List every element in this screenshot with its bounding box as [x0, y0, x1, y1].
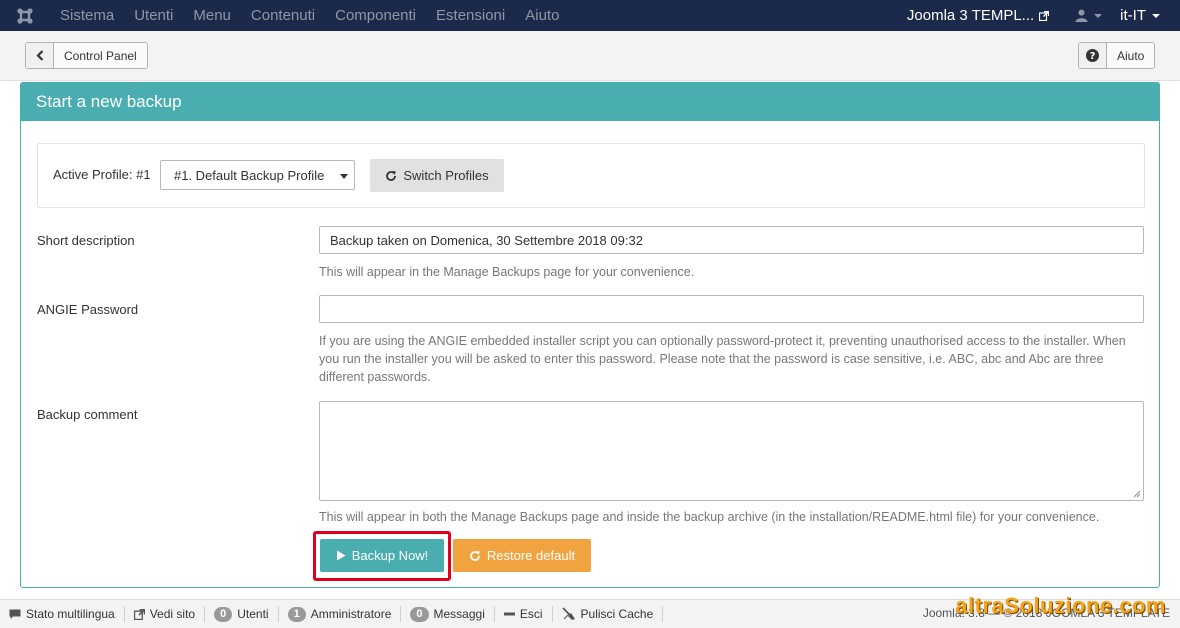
- switch-profiles-label: Switch Profiles: [403, 168, 489, 183]
- messages-count-badge: 0: [410, 606, 429, 622]
- control-panel-button[interactable]: Control Panel: [25, 42, 148, 69]
- chevron-down-icon: [1094, 13, 1103, 18]
- toolbar: Control Panel ? Aiuto: [0, 31, 1180, 81]
- joomla-logo-icon[interactable]: [0, 0, 50, 31]
- users-label: Utenti: [237, 607, 269, 621]
- view-site-label: Vedi sito: [149, 607, 196, 621]
- external-link-icon: [1039, 10, 1050, 21]
- menu-componenti[interactable]: Componenti: [325, 0, 426, 31]
- top-navbar: Sistema Utenti Menu Contenuti Componenti…: [0, 0, 1180, 31]
- question-icon: ?: [1079, 43, 1107, 68]
- new-backup-panel: Start a new backup Active Profile: #1 #1…: [20, 82, 1160, 588]
- control-panel-label: Control Panel: [64, 48, 137, 63]
- logout-link[interactable]: Esci: [495, 606, 553, 622]
- users-count-badge: 0: [214, 606, 233, 622]
- switch-profiles-button[interactable]: Switch Profiles: [370, 159, 504, 192]
- short-description-input[interactable]: Backup taken on Domenica, 30 Settembre 2…: [319, 226, 1144, 254]
- users-link[interactable]: 0 Utenti: [205, 606, 279, 622]
- active-profile-label: Active Profile: #1: [53, 167, 151, 182]
- backup-comment-label: Backup comment: [37, 407, 138, 422]
- short-description-value: Backup taken on Domenica, 30 Settembre 2…: [330, 232, 643, 248]
- view-site-link[interactable]: Vedi sito: [125, 606, 206, 622]
- user-icon: [1075, 9, 1088, 22]
- angie-password-input[interactable]: [319, 295, 1144, 323]
- minus-icon: [503, 612, 515, 616]
- site-link[interactable]: Joomla 3 TEMPL...: [897, 7, 1063, 24]
- resize-grip-icon[interactable]: [1133, 490, 1141, 498]
- angie-password-help: If you are using the ANGIE embedded inst…: [319, 334, 1126, 384]
- chevron-down-icon: [340, 174, 348, 179]
- messages-label: Messaggi: [433, 607, 485, 621]
- refresh-icon: [386, 170, 397, 181]
- multilingual-label: Stato multilingua: [26, 607, 115, 621]
- help-button[interactable]: ? Aiuto: [1078, 42, 1156, 69]
- chevron-left-icon: [26, 43, 54, 68]
- profile-well: Active Profile: #1 #1. Default Backup Pr…: [37, 143, 1145, 208]
- backup-comment-textarea[interactable]: [319, 401, 1144, 501]
- admins-link[interactable]: 1 Amministratore: [279, 606, 402, 622]
- help-label: Aiuto: [1117, 48, 1145, 63]
- panel-title: Start a new backup: [21, 83, 1159, 121]
- backup-comment-help: This will appear in both the Manage Back…: [319, 510, 1100, 524]
- angie-password-label: ANGIE Password: [37, 302, 139, 317]
- refresh-icon: [470, 550, 480, 561]
- broom-icon: [561, 607, 575, 620]
- restore-default-label: Restore default: [486, 548, 576, 563]
- menu-contenuti[interactable]: Contenuti: [241, 0, 325, 31]
- restore-default-button[interactable]: Restore default: [453, 539, 591, 572]
- backup-now-button[interactable]: Backup Now!: [320, 539, 444, 572]
- watermark-logo: altraSoluzione.com: [955, 593, 1166, 618]
- comment-icon: [9, 609, 21, 619]
- main-menu: Sistema Utenti Menu Contenuti Componenti…: [50, 0, 569, 31]
- menu-utenti[interactable]: Utenti: [124, 0, 183, 31]
- menu-menu[interactable]: Menu: [183, 0, 241, 31]
- short-description-label: Short description: [37, 233, 135, 248]
- logout-label: Esci: [519, 607, 543, 621]
- language-code: it-IT: [1120, 7, 1146, 24]
- menu-estensioni[interactable]: Estensioni: [426, 0, 515, 31]
- navbar-right: Joomla 3 TEMPL... it-IT: [897, 0, 1180, 31]
- svg-text:?: ?: [1090, 51, 1096, 62]
- admins-count-badge: 1: [287, 606, 306, 622]
- profile-select-value: #1. Default Backup Profile: [174, 167, 325, 183]
- language-menu[interactable]: it-IT: [1114, 7, 1180, 24]
- menu-aiuto[interactable]: Aiuto: [515, 0, 569, 31]
- menu-sistema[interactable]: Sistema: [50, 0, 124, 31]
- user-menu[interactable]: [1063, 9, 1114, 22]
- site-name: Joomla 3 TEMPL...: [906, 7, 1035, 24]
- messages-link[interactable]: 0 Messaggi: [401, 606, 495, 622]
- clear-cache-link[interactable]: Pulisci Cache: [553, 606, 664, 622]
- chevron-down-icon: [1152, 13, 1160, 18]
- backup-now-label: Backup Now!: [351, 548, 429, 563]
- multilingual-status[interactable]: Stato multilingua: [0, 606, 125, 622]
- external-link-icon: [133, 608, 145, 620]
- admins-label: Amministratore: [310, 607, 392, 621]
- profile-select[interactable]: #1. Default Backup Profile: [160, 160, 355, 190]
- short-description-help: This will appear in the Manage Backups p…: [319, 265, 695, 279]
- play-icon: [336, 550, 346, 561]
- clear-cache-label: Pulisci Cache: [580, 607, 654, 621]
